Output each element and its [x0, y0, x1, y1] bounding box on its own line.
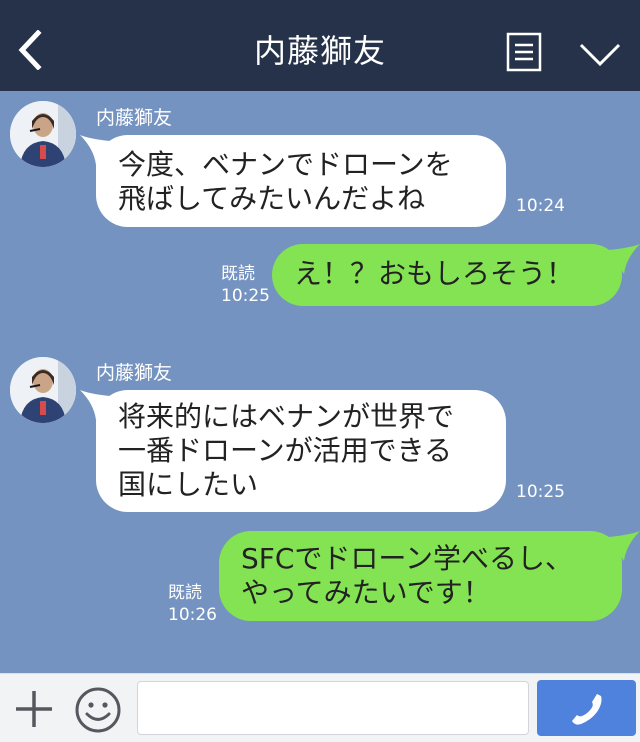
message-text-line: 将来的にはベナンが世界で [118, 400, 455, 433]
sender-name: 内藤獅友 [96, 107, 173, 129]
call-button[interactable] [537, 680, 636, 736]
message-text-line: やってみたいです！ [241, 576, 491, 609]
input-bar [0, 673, 640, 742]
message-bubble[interactable]: え！？おもしろそう！ [272, 244, 622, 306]
avatar[interactable] [10, 357, 76, 423]
message-timestamp: 10:25 [221, 286, 270, 306]
message-bubble[interactable]: 将来的にはベナンが世界で 一番ドローンが活用できる 国にしたい [96, 390, 506, 512]
message-text-line: え！？おもしろそう！ [294, 257, 575, 290]
smiley-icon[interactable] [74, 686, 122, 734]
message-timestamp: 10:26 [168, 605, 217, 625]
message-input[interactable] [137, 681, 529, 735]
read-receipt: 既読 10:26 [168, 582, 217, 626]
message-text-line: 国にしたい [118, 468, 259, 501]
chat-area[interactable]: 内藤獅友 今度、ベナンでドローンを 飛ばしてみたいんだよね 10:24 既読 1… [0, 91, 640, 673]
avatar[interactable] [10, 101, 76, 167]
message-timestamp: 10:24 [516, 196, 565, 216]
chat-header: 内藤獅友 [0, 0, 640, 91]
chevron-down-icon[interactable] [578, 40, 622, 68]
read-receipt: 既読 10:25 [221, 263, 270, 307]
message-timestamp: 10:25 [516, 482, 565, 502]
plus-icon[interactable] [14, 689, 54, 729]
phone-icon [572, 694, 602, 725]
message-text-line: 一番ドローンが活用できる [118, 434, 453, 467]
read-status: 既読 [221, 264, 255, 284]
sender-name: 内藤獅友 [96, 362, 173, 384]
message-text-line: 飛ばしてみたいんだよね [118, 182, 426, 215]
bubble-tail [608, 244, 640, 274]
message-text-line: SFCでドローン学べるし、 [241, 542, 574, 575]
chat-title: 内藤獅友 [253, 32, 386, 70]
message-bubble[interactable]: SFCでドローン学べるし、 やってみたいです！ [219, 531, 622, 621]
menu-icon[interactable] [506, 32, 542, 72]
message-text-line: 今度、ベナンでドローンを [118, 148, 453, 181]
read-status: 既読 [168, 583, 202, 603]
message-bubble[interactable]: 今度、ベナンでドローンを 飛ばしてみたいんだよね [96, 135, 506, 227]
bubble-tail [608, 531, 640, 561]
